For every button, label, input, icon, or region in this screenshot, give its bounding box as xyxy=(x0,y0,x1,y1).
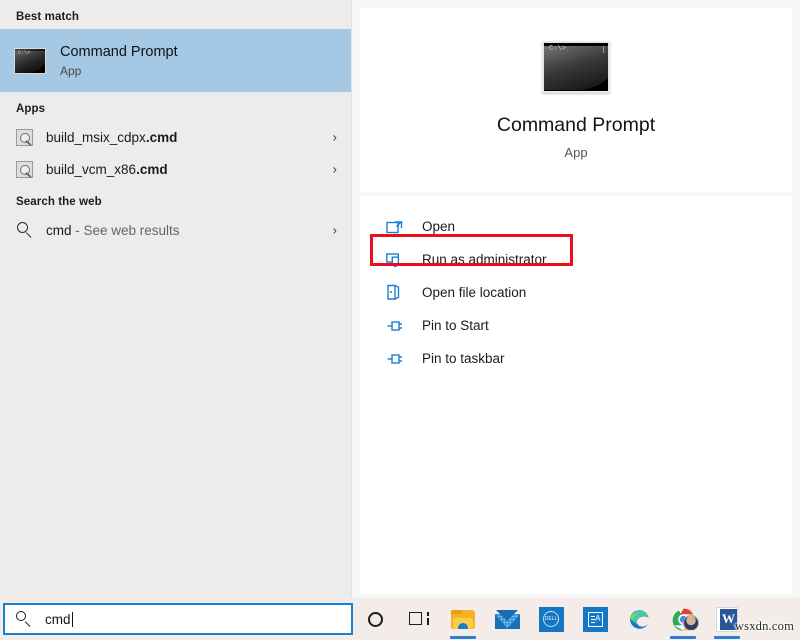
apps-header: Apps xyxy=(16,103,46,115)
action-open[interactable]: Open xyxy=(360,210,792,243)
list-item-build-msix-cdpx[interactable]: build_msix_cdpx.cmd › xyxy=(0,121,351,153)
cortana-circle-icon xyxy=(367,611,383,627)
command-prompt-icon: C:\> xyxy=(14,47,46,74)
folder-icon xyxy=(451,609,475,629)
screen: Best match C:\> Command Prompt App Apps … xyxy=(0,0,800,640)
text-caret xyxy=(71,611,73,627)
chrome-button[interactable] xyxy=(661,598,705,640)
taskbar: cmd DELL A W wsxdn.com xyxy=(0,598,800,640)
mail-button[interactable] xyxy=(485,598,529,640)
best-match-subtitle: App xyxy=(60,64,82,79)
web-search-label: cmd - See web results xyxy=(46,222,180,238)
list-item-label: build_msix_cdpx.cmd xyxy=(46,129,178,145)
list-item-web-search-cmd[interactable]: cmd - See web results › xyxy=(0,214,351,246)
avatar xyxy=(682,614,699,631)
dell-icon: DELL xyxy=(538,606,564,632)
action-label: Run as administrator xyxy=(422,252,547,267)
action-pin-to-taskbar[interactable]: Pin to taskbar xyxy=(360,342,792,375)
search-the-web-header: Search the web xyxy=(16,196,102,208)
store-button[interactable]: A xyxy=(573,598,617,640)
action-label: Pin to taskbar xyxy=(422,351,505,366)
action-label: Open file location xyxy=(422,285,527,300)
task-view-button[interactable] xyxy=(397,598,441,640)
folder-location-icon xyxy=(386,284,408,301)
chevron-right-icon[interactable]: › xyxy=(333,163,337,176)
task-view-icon xyxy=(409,611,429,627)
list-item-build-vcm-x86[interactable]: build_vcm_x86.cmd › xyxy=(0,153,351,185)
search-icon xyxy=(16,221,34,239)
best-match-header: Best match xyxy=(16,11,79,23)
dell-button[interactable]: DELL xyxy=(529,598,573,640)
cortana-button[interactable] xyxy=(353,598,397,640)
pin-icon xyxy=(386,352,408,366)
action-open-file-location[interactable]: Open file location xyxy=(360,276,792,309)
edge-button[interactable] xyxy=(617,598,661,640)
app-detail-panel: C:\> Command Prompt App Open Run as admi… xyxy=(352,0,800,598)
file-explorer-button[interactable] xyxy=(441,598,485,640)
app-title: Command Prompt xyxy=(496,113,656,136)
best-match-title: Command Prompt xyxy=(60,43,178,60)
pin-icon xyxy=(386,319,408,333)
edge-icon xyxy=(627,607,652,632)
chevron-right-icon[interactable]: › xyxy=(333,224,337,237)
shield-admin-icon xyxy=(386,252,408,268)
command-prompt-glyph: C:\> xyxy=(18,49,31,56)
watermark: wsxdn.com xyxy=(734,619,794,633)
command-prompt-glyph: C:\> xyxy=(549,44,566,53)
search-results-panel: Best match C:\> Command Prompt App Apps … xyxy=(0,0,352,598)
search-input[interactable]: cmd xyxy=(3,603,353,635)
best-match-text: Command Prompt App xyxy=(60,43,178,78)
chevron-right-icon[interactable]: › xyxy=(333,131,337,144)
search-icon xyxy=(16,611,32,627)
action-run-as-administrator[interactable]: Run as administrator xyxy=(360,243,792,276)
action-label: Open xyxy=(422,219,456,234)
store-icon: A xyxy=(582,606,608,632)
action-label: Pin to Start xyxy=(422,318,489,333)
list-item-label: build_vcm_x86.cmd xyxy=(46,161,168,177)
chrome-icon xyxy=(671,607,699,632)
app-actions-list: Open Run as administrator Open file loca… xyxy=(360,196,792,594)
search-flyout: Best match C:\> Command Prompt App Apps … xyxy=(0,0,800,598)
search-input-text: cmd xyxy=(45,611,73,627)
app-type-label: App xyxy=(564,144,588,160)
app-preview-card: C:\> Command Prompt App xyxy=(360,8,792,192)
best-match-result-command-prompt[interactable]: C:\> Command Prompt App xyxy=(0,29,351,92)
open-external-icon xyxy=(386,219,408,234)
mail-icon xyxy=(494,609,520,629)
cmd-script-icon xyxy=(16,128,33,146)
command-prompt-icon: C:\> xyxy=(542,40,610,93)
action-pin-to-start[interactable]: Pin to Start xyxy=(360,309,792,342)
cmd-script-icon xyxy=(16,160,33,178)
